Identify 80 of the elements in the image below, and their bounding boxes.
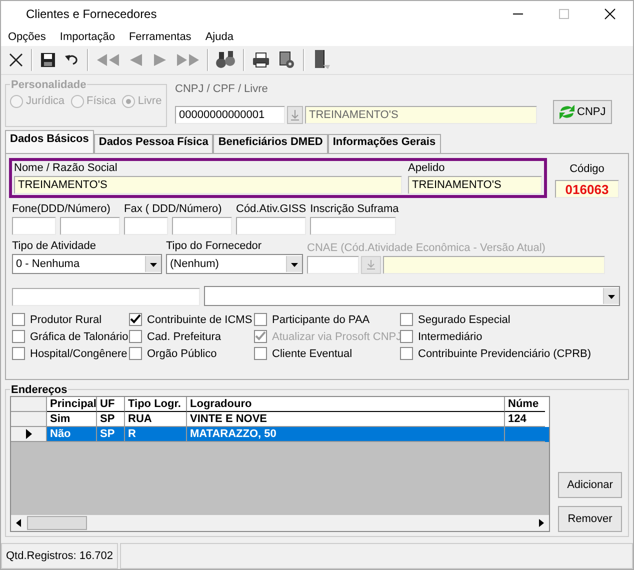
- status-text: Qtd.Registros: 16.702: [1, 543, 118, 569]
- checkbox[interactable]: Intermediário: [400, 329, 610, 344]
- checkbox[interactable]: Segurado Especial: [400, 312, 610, 328]
- checkbox[interactable]: Orgão Público: [129, 346, 254, 362]
- cnpj-button[interactable]: CNPJ: [553, 100, 612, 124]
- dropdown[interactable]: [204, 286, 620, 306]
- table-cell: R: [125, 426, 187, 442]
- name-field[interactable]: TREINAMENTO'S: [14, 176, 402, 194]
- field-label: Fone(DDD/Número): [12, 203, 112, 216]
- cnae-code-field[interactable]: [307, 256, 359, 274]
- refresh-icon: [559, 104, 575, 119]
- tab[interactable]: Dados Pessoa Física: [94, 134, 214, 154]
- close-icon[interactable]: [7, 50, 25, 69]
- checkbox[interactable]: Cad. Prefeitura: [129, 329, 254, 344]
- table-cell: Não: [47, 426, 97, 442]
- checkbox[interactable]: Contribuinte de ICMS: [129, 312, 254, 328]
- input-field[interactable]: [236, 217, 306, 236]
- supplier-type-dropdown[interactable]: (Nenhum): [166, 254, 303, 274]
- check-icon: [255, 331, 266, 342]
- table-cell: MATARAZZO, 50: [187, 426, 505, 442]
- document-gear-icon[interactable]: [277, 50, 297, 70]
- name-field[interactable]: TREINAMENTO'S: [305, 106, 537, 124]
- horizontal-scrollbar[interactable]: [11, 514, 549, 531]
- binoculars-icon[interactable]: [215, 50, 237, 70]
- field-label: Inscrição Suframa: [310, 203, 399, 216]
- phone-field[interactable]: [172, 217, 232, 236]
- check-icon: [130, 314, 141, 326]
- menu-item[interactable]: Importação: [60, 30, 115, 43]
- group-title: Personalidade: [10, 78, 88, 91]
- column-header[interactable]: UF: [97, 396, 125, 412]
- column-header[interactable]: Núme: [505, 396, 545, 412]
- lookup-button-icon[interactable]: [287, 106, 303, 124]
- field-label: Tipo de Atividade: [12, 240, 97, 252]
- cnpj-field[interactable]: 00000000000001: [175, 106, 285, 124]
- maximize-icon[interactable]: [558, 8, 570, 20]
- area-code-field[interactable]: [12, 217, 56, 236]
- checkbox[interactable]: Cliente Eventual: [254, 346, 400, 362]
- area-code-field[interactable]: [124, 217, 168, 236]
- field-label: Código: [570, 163, 604, 176]
- checkbox[interactable]: Contribuinte Previdenciário (CPRB): [400, 346, 610, 362]
- tab[interactable]: Informações Gerais: [328, 134, 441, 154]
- scrollbar-thumb[interactable]: [27, 516, 87, 530]
- nickname-field[interactable]: TREINAMENTO'S: [408, 176, 542, 194]
- field-label: Apelido: [408, 162, 446, 174]
- field-label: Fax ( DDD/Número): [124, 203, 223, 216]
- menu-item[interactable]: Ajuda: [205, 30, 234, 43]
- menu-item[interactable]: Opções: [8, 30, 46, 43]
- checkbox[interactable]: Participante do PAA: [254, 312, 400, 328]
- row-header: [11, 396, 47, 412]
- window-title: Clientes e Fornecedores: [26, 7, 157, 22]
- field-label: Tipo do Fornecedor: [166, 240, 263, 252]
- table-cell: SP: [97, 426, 125, 442]
- menu-item[interactable]: Ferramentas: [128, 30, 192, 43]
- close-icon[interactable]: [604, 8, 616, 20]
- checkbox[interactable]: Hospital/Congênere: [12, 346, 129, 362]
- action-button[interactable]: Adicionar: [558, 472, 622, 498]
- lookup-button-icon[interactable]: [361, 256, 381, 274]
- tab[interactable]: Beneficiários DMED: [213, 134, 328, 154]
- printer-icon[interactable]: [251, 50, 271, 69]
- table-row[interactable]: Não SP R MATARAZZO, 50: [11, 426, 549, 442]
- code-field: 016063: [555, 180, 619, 198]
- checkbox[interactable]: Produtor Rural: [12, 312, 129, 328]
- tab[interactable]: Dados Básicos: [5, 130, 94, 154]
- input-field[interactable]: [310, 217, 396, 236]
- column-header[interactable]: Logradouro: [187, 396, 505, 412]
- input-field[interactable]: [12, 288, 200, 306]
- field-label: Cód.Ativ.GISS: [236, 203, 306, 216]
- column-header[interactable]: Principal: [47, 396, 97, 412]
- group-title: Endereços: [10, 384, 68, 396]
- column-header[interactable]: Tipo Logr.: [125, 396, 187, 412]
- checkbox[interactable]: Gráfica de Talonário: [12, 329, 129, 344]
- row-pointer-icon: [24, 428, 32, 440]
- save-icon[interactable]: [39, 50, 57, 69]
- action-button[interactable]: Remover: [558, 506, 622, 532]
- phone-field[interactable]: [60, 217, 120, 236]
- activity-dropdown[interactable]: 0 - Nenhuma: [12, 254, 162, 274]
- field-label: Nome / Razão Social: [14, 162, 118, 174]
- table-row[interactable]: Sim SP RUA VINTE E NOVE 124: [11, 412, 549, 427]
- field-label: CNAE (Cód.Atividade Econômica - Versão Atual): [307, 242, 546, 254]
- field-label: CNPJ / CPF / Livre: [175, 82, 269, 95]
